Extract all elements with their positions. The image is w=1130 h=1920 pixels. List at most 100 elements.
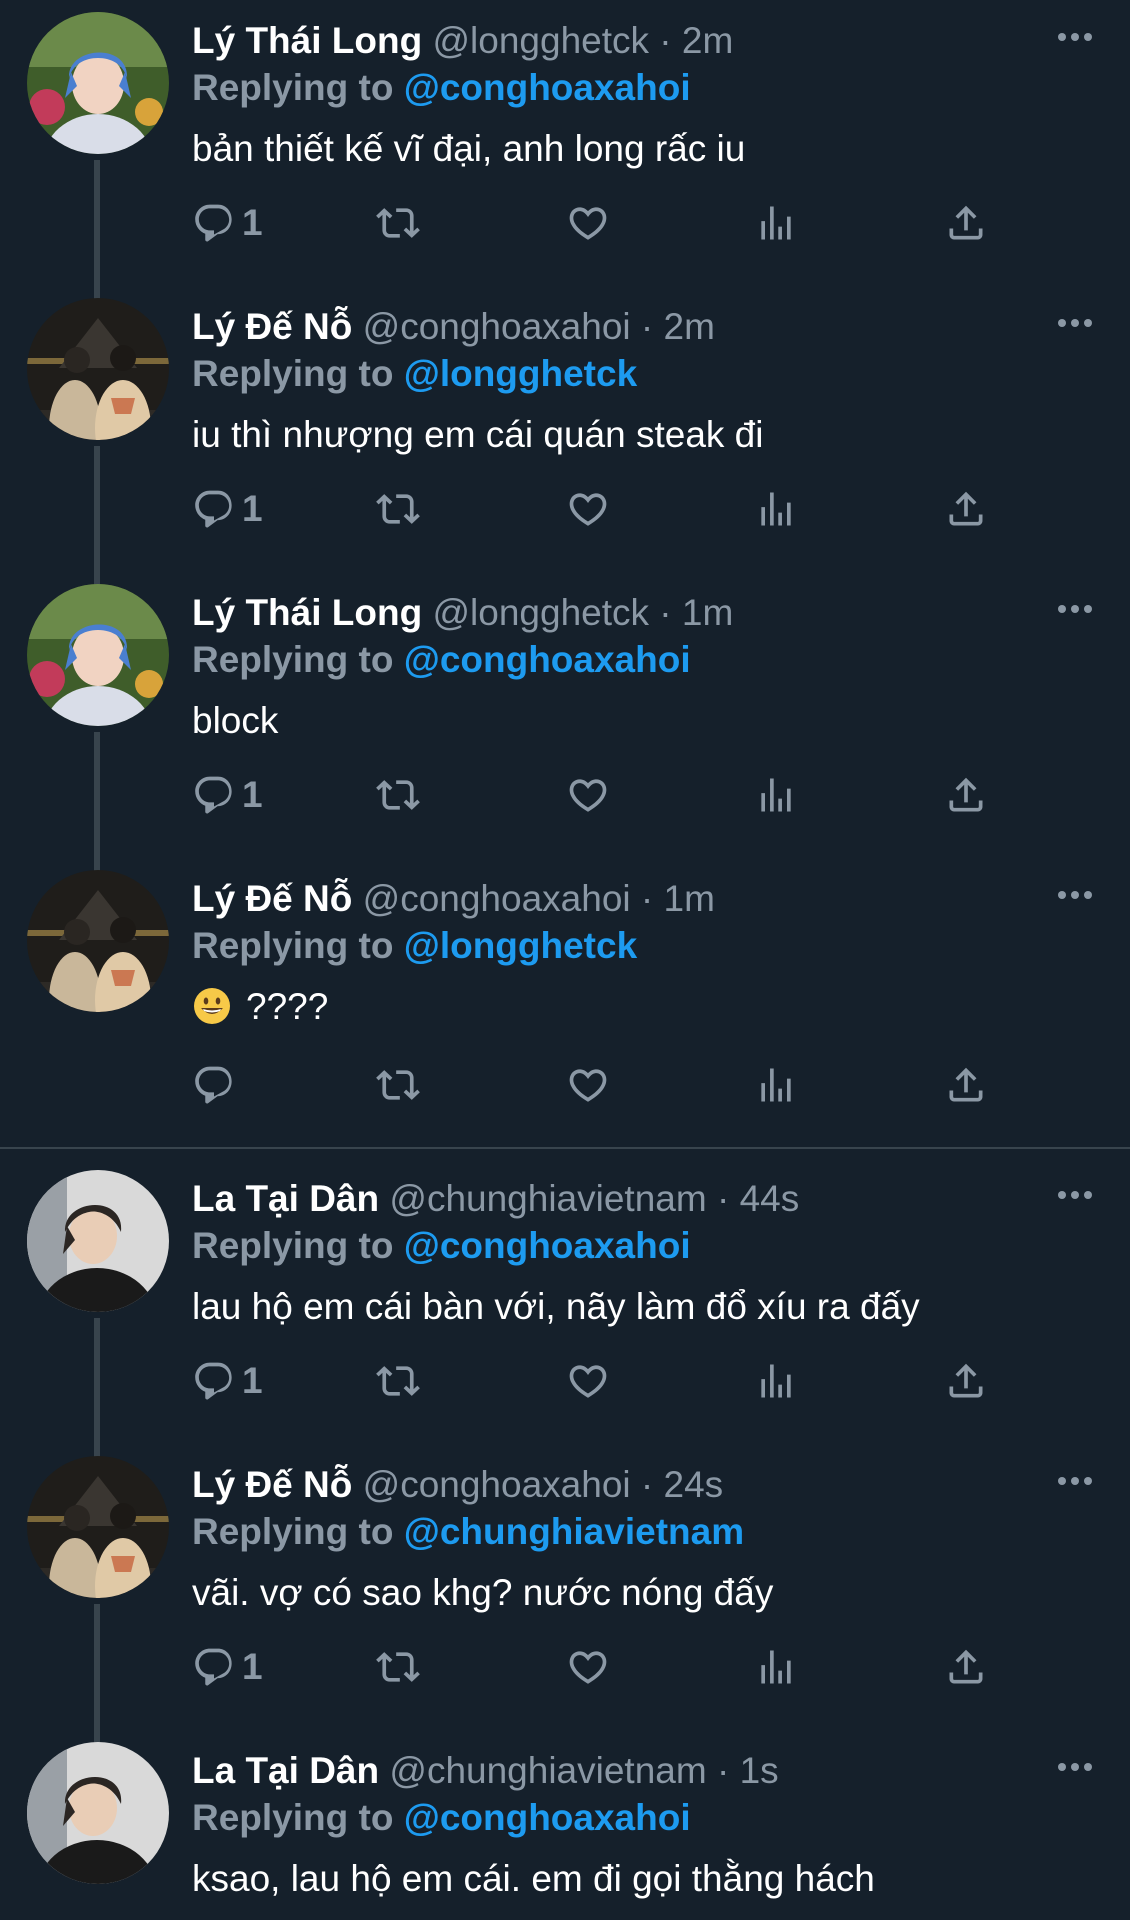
share-button[interactable] [944, 484, 988, 534]
display-name[interactable]: Lý Thái Long [192, 592, 422, 633]
timestamp[interactable]: 24s [664, 1464, 724, 1505]
more-options-icon[interactable] [1055, 1466, 1095, 1496]
retweet-button[interactable] [376, 770, 420, 820]
views-button[interactable] [754, 198, 798, 248]
like-button[interactable] [566, 484, 610, 534]
timestamp[interactable]: 1m [682, 592, 733, 633]
user-handle[interactable]: @chunghiavietnam [389, 1750, 706, 1791]
more-options-icon[interactable] [1055, 308, 1095, 338]
retweet-button[interactable] [376, 198, 420, 248]
user-handle[interactable]: @longghetck [432, 592, 649, 633]
reply-button[interactable]: 1 [192, 198, 263, 248]
retweet-button[interactable] [376, 1642, 420, 1692]
user-handle[interactable]: @conghoaxahoi [363, 878, 631, 919]
share-button[interactable] [944, 770, 988, 820]
more-options-icon[interactable] [1055, 1752, 1095, 1782]
heart-icon [566, 1063, 610, 1107]
tweet-header: Lý Thái Long @longghetck · 1m [192, 588, 733, 638]
like-button[interactable] [566, 770, 610, 820]
timestamp[interactable]: 2m [682, 20, 733, 61]
heart-icon [566, 1645, 610, 1689]
like-button[interactable] [566, 1642, 610, 1692]
replying-to: Replying to @conghoaxahoi [192, 635, 691, 685]
reply-button[interactable] [192, 1060, 242, 1110]
tweet-text-content: ???? [246, 986, 329, 1027]
user-handle[interactable]: @conghoaxahoi [363, 306, 631, 347]
share-button[interactable] [944, 1642, 988, 1692]
user-handle[interactable]: @chunghiavietnam [389, 1178, 706, 1219]
reply-icon [192, 773, 236, 817]
share-button[interactable] [944, 198, 988, 248]
tweet[interactable]: Lý Thái Long @longghetck · 1m Replying t… [0, 572, 1130, 858]
user-handle[interactable]: @longghetck [432, 20, 649, 61]
share-button[interactable] [944, 1356, 988, 1406]
bar-chart-icon [754, 1645, 798, 1689]
separator-dot: · [659, 20, 672, 61]
more-options-icon[interactable] [1055, 594, 1095, 624]
display-name[interactable]: Lý Đế Nỗ [192, 306, 352, 347]
user-handle[interactable]: @conghoaxahoi [363, 1464, 631, 1505]
mention-link[interactable]: @conghoaxahoi [404, 67, 691, 108]
views-button[interactable] [754, 484, 798, 534]
tweet-text: bản thiết kế vĩ đại, anh long rấc iu [192, 128, 746, 169]
avatar[interactable] [27, 12, 169, 154]
mention-link[interactable]: @conghoaxahoi [404, 1797, 691, 1838]
reply-icon [192, 201, 236, 245]
mention-link[interactable]: @chunghiavietnam [404, 1511, 744, 1552]
avatar-blue-hair-icon [27, 12, 169, 154]
share-button[interactable] [944, 1060, 988, 1110]
more-options-icon[interactable] [1055, 1180, 1095, 1210]
retweet-button[interactable] [376, 484, 420, 534]
share-icon [944, 1359, 988, 1403]
display-name[interactable]: Lý Đế Nỗ [192, 878, 352, 919]
timestamp[interactable]: 44s [740, 1178, 800, 1219]
timestamp[interactable]: 1s [740, 1750, 779, 1791]
reply-button[interactable]: 1 [192, 484, 263, 534]
display-name[interactable]: La Tại Dân [192, 1178, 379, 1219]
tweet[interactable]: Lý Đế Nỗ @conghoaxahoi · 24s Replying to… [0, 1444, 1130, 1730]
mention-link[interactable]: @conghoaxahoi [404, 1225, 691, 1266]
tweet[interactable]: Lý Thái Long @longghetck · 2m Replying t… [0, 0, 1130, 286]
tweet[interactable]: Lý Đế Nỗ @conghoaxahoi · 1m Replying to … [0, 858, 1130, 1148]
tweet[interactable]: Lý Đế Nỗ @conghoaxahoi · 2m Replying to … [0, 286, 1130, 572]
replying-to: Replying to @conghoaxahoi [192, 1221, 691, 1271]
mention-link[interactable]: @longghetck [404, 353, 637, 394]
replying-to-label: Replying to [192, 925, 394, 966]
views-button[interactable] [754, 1356, 798, 1406]
avatar[interactable] [27, 870, 169, 1012]
like-button[interactable] [566, 1060, 610, 1110]
reply-button[interactable]: 1 [192, 1642, 263, 1692]
reply-icon [192, 1359, 236, 1403]
mention-link[interactable]: @longghetck [404, 925, 637, 966]
avatar[interactable] [27, 1170, 169, 1312]
like-button[interactable] [566, 198, 610, 248]
avatar[interactable] [27, 1456, 169, 1598]
more-options-icon[interactable] [1055, 22, 1095, 52]
avatar-couple-night-icon [27, 1456, 169, 1598]
reply-button[interactable]: 1 [192, 770, 263, 820]
more-options-icon[interactable] [1055, 880, 1095, 910]
display-name[interactable]: Lý Thái Long [192, 20, 422, 61]
reply-count: 1 [242, 1360, 263, 1401]
display-name[interactable]: La Tại Dân [192, 1750, 379, 1791]
avatar[interactable] [27, 1742, 169, 1884]
replying-to: Replying to @chunghiavietnam [192, 1507, 744, 1557]
tweet[interactable]: La Tại Dân @chunghiavietnam · 44s Replyi… [0, 1158, 1130, 1444]
display-name[interactable]: Lý Đế Nỗ [192, 1464, 352, 1505]
mention-link[interactable]: @conghoaxahoi [404, 639, 691, 680]
timestamp[interactable]: 2m [664, 306, 715, 347]
like-button[interactable] [566, 1356, 610, 1406]
avatar[interactable] [27, 584, 169, 726]
tweet[interactable]: La Tại Dân @chunghiavietnam · 1s Replyin… [0, 1730, 1130, 1920]
avatar-dark-hoodie-icon [27, 1170, 169, 1312]
avatar[interactable] [27, 298, 169, 440]
views-button[interactable] [754, 770, 798, 820]
retweet-button[interactable] [376, 1356, 420, 1406]
views-button[interactable] [754, 1642, 798, 1692]
views-button[interactable] [754, 1060, 798, 1110]
timestamp[interactable]: 1m [664, 878, 715, 919]
retweet-button[interactable] [376, 1060, 420, 1110]
avatar-couple-night-icon [27, 870, 169, 1012]
tweet-text: vãi. vợ có sao khg? nước nóng đấy [192, 1572, 774, 1613]
reply-button[interactable]: 1 [192, 1356, 263, 1406]
